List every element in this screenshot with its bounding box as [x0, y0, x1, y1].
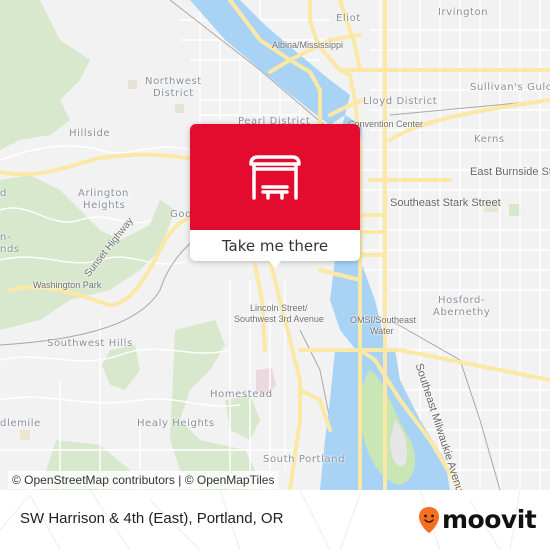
label-northwest-district-2: District — [153, 88, 194, 99]
label-homestead: Homestead — [210, 389, 273, 400]
label-hosford-2: Abernethy — [433, 307, 491, 318]
moovit-logo[interactable]: moovit — [418, 505, 537, 535]
moovit-wordmark: moovit — [442, 505, 537, 534]
label-lloyd-district: Lloyd District — [363, 96, 438, 107]
stop-popup[interactable]: Take me there — [190, 124, 360, 268]
moovit-pin-icon — [419, 507, 439, 533]
label-washington-park: Washington Park — [33, 280, 102, 290]
label-northwest-district-1: Northwest — [145, 76, 202, 87]
label-hillside: Hillside — [69, 128, 111, 139]
take-me-there-button[interactable]: Take me there — [190, 232, 360, 260]
stop-name: SW Harrison & 4th (East), Portland, OR — [20, 510, 284, 527]
label-kerns: Kerns — [474, 134, 505, 145]
label-albina-mississippi: Albina/Mississippi — [272, 40, 344, 50]
bus-stop-shelter-icon — [249, 155, 301, 200]
label-healy-heights: Healy Heights — [137, 418, 215, 429]
label-lincoln-street-2: Southwest 3rd Avenue — [234, 314, 324, 324]
label-hillside-west-1: n- — [0, 232, 12, 243]
popup-header — [190, 124, 360, 230]
popup-pointer — [268, 260, 282, 268]
map-attribution[interactable]: © OpenStreetMap contributors | © OpenMap… — [8, 471, 279, 489]
label-marquam: dlemile — [0, 418, 41, 429]
label-arlington-heights-2: Heights — [83, 200, 126, 211]
label-southeast-stark-street: Southeast Stark Street — [390, 197, 501, 209]
label-irvington: Irvington — [438, 7, 489, 18]
label-south-portland: South Portland — [263, 454, 346, 465]
label-hosford-1: Hosford- — [438, 295, 486, 306]
label-hillside-west-2: nds — [0, 244, 20, 255]
label-arlington-heights-1: Arlington — [78, 188, 129, 199]
label-west-edge: d — [0, 188, 7, 199]
label-east-burnside-street: East Burnside Street — [470, 166, 550, 178]
label-goose-hollow: Goo — [170, 209, 192, 220]
map[interactable]: Eliot Irvington Albina/Mississippi Sulli… — [0, 0, 550, 490]
label-eliot: Eliot — [336, 13, 361, 24]
label-sullivans-gulch: Sullivan's Gulch — [470, 82, 550, 93]
label-omsi-2: Water — [370, 326, 394, 336]
label-southwest-hills: Southwest Hills — [47, 338, 133, 349]
